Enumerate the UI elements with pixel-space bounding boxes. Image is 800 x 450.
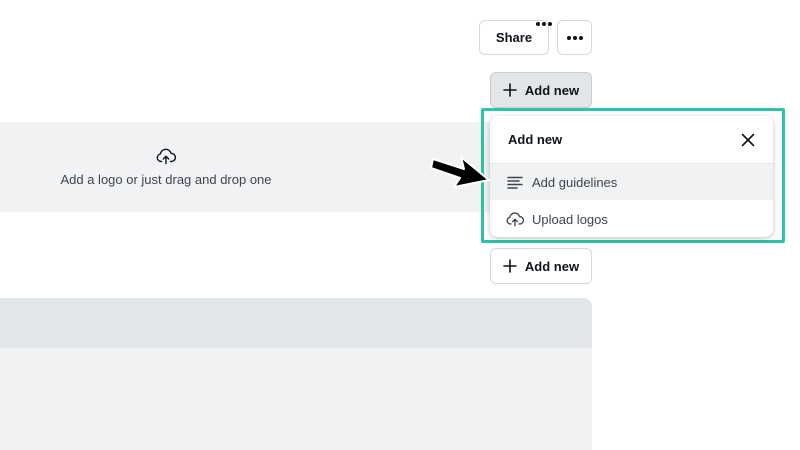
add-new-button-label: Add new: [524, 82, 580, 98]
card-header: [0, 298, 592, 348]
share-button-label: Share: [495, 30, 533, 45]
menu-item-label: Upload logos: [532, 211, 608, 227]
pointer-arrow-icon: [430, 156, 490, 188]
cloud-upload-icon: [506, 212, 524, 227]
menu-item-label: Add guidelines: [532, 174, 618, 190]
add-new-button[interactable]: Add new: [490, 248, 592, 284]
menu-item-upload-logos[interactable]: Upload logos: [490, 201, 773, 237]
plus-icon: [503, 259, 517, 273]
more-horizontal-icon[interactable]: [533, 16, 555, 32]
cloud-upload-icon[interactable]: [156, 147, 176, 165]
content-card: [0, 298, 592, 450]
text-lines-icon: [507, 176, 523, 189]
add-new-button-label: Add new: [524, 258, 580, 274]
more-horizontal-icon: [566, 35, 583, 40]
close-icon[interactable]: [740, 132, 756, 148]
menu-item-add-guidelines[interactable]: Add guidelines: [490, 164, 773, 200]
dropzone-instructions: Add a logo or just drag and drop one: [60, 172, 272, 187]
add-new-button[interactable]: Add new: [490, 72, 592, 108]
more-options-button[interactable]: [557, 20, 592, 55]
add-new-dropdown-menu: Add new Add guidelines Upload logos: [490, 116, 773, 237]
plus-icon: [503, 83, 517, 97]
dropdown-title: Add new: [508, 132, 563, 147]
